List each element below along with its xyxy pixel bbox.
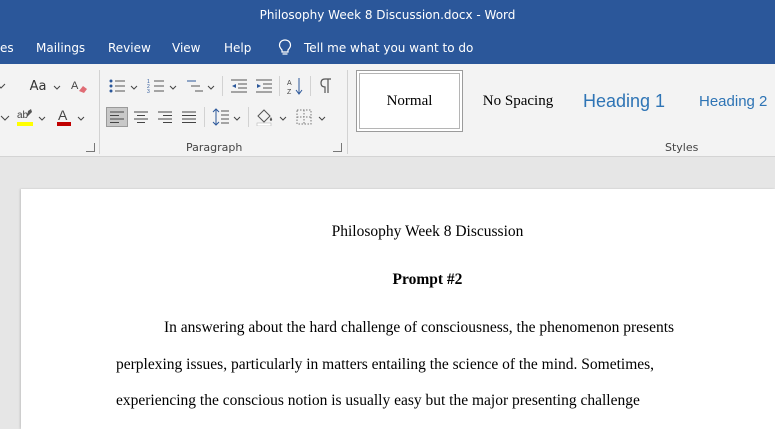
- title-bar: Philosophy Week 8 Discussion.docx - Word: [0, 0, 775, 33]
- bullets-button[interactable]: [106, 76, 128, 96]
- style-heading-2-label: Heading 2: [699, 92, 768, 110]
- lightbulb-icon: [278, 39, 292, 55]
- decrease-indent-button[interactable]: [228, 76, 250, 96]
- tab-references[interactable]: es: [0, 41, 14, 55]
- ribbon: Aa A ab A 1 2 3 A Z Paragraph Normal No …: [0, 64, 775, 157]
- chevron-down-icon[interactable]: [169, 85, 177, 91]
- clear-formatting-button[interactable]: A: [68, 76, 90, 96]
- multilevel-list-button[interactable]: [184, 76, 206, 96]
- increase-indent-icon: [256, 79, 272, 93]
- ribbon-separator: [347, 70, 348, 154]
- multilevel-list-icon: [187, 80, 203, 92]
- chevron-down-icon: [0, 83, 6, 89]
- tab-review[interactable]: Review: [108, 41, 151, 55]
- numbering-button[interactable]: 1 2 3: [145, 76, 167, 96]
- shading-button[interactable]: [254, 107, 276, 127]
- line-spacing-button[interactable]: [210, 107, 232, 127]
- paragraph-dialog-launcher[interactable]: [333, 143, 342, 152]
- chevron-down-icon[interactable]: [233, 116, 241, 122]
- change-case-label: Aa: [29, 78, 47, 94]
- menu-bar: es Mailings Review View Help Tell me wha…: [0, 33, 775, 64]
- ribbon-separator: [310, 76, 311, 96]
- numbered-list-icon: 1 2 3: [147, 79, 164, 94]
- font-dialog-launcher[interactable]: [86, 143, 95, 152]
- document-page[interactable]: Philosophy Week 8 Discussion Prompt #2 I…: [21, 189, 775, 429]
- tab-view[interactable]: View: [172, 41, 200, 55]
- chevron-down-icon[interactable]: [77, 116, 85, 122]
- style-normal-label: Normal: [386, 92, 433, 109]
- style-heading-1-label: Heading 1: [582, 90, 666, 111]
- show-formatting-button[interactable]: [315, 76, 337, 96]
- styles-gallery: Normal No Spacing Heading 1 Heading 2: [356, 70, 775, 134]
- chevron-down-icon[interactable]: [279, 116, 287, 122]
- center-align-button[interactable]: [130, 107, 152, 127]
- align-right-icon: [158, 111, 172, 123]
- svg-text:A: A: [58, 107, 68, 123]
- ribbon-separator: [204, 107, 205, 127]
- style-no-spacing[interactable]: No Spacing: [466, 70, 570, 132]
- eraser-icon: A: [71, 80, 87, 93]
- ribbon-separator: [222, 76, 223, 96]
- chevron-down-icon[interactable]: [38, 116, 46, 122]
- paragraph-line: perplexing issues, particularly in matte…: [116, 356, 655, 373]
- justify-button[interactable]: [178, 107, 200, 127]
- tell-me-search[interactable]: Tell me what you want to do: [304, 41, 473, 55]
- svg-text:3: 3: [147, 89, 150, 94]
- chevron-down-icon[interactable]: [53, 85, 61, 91]
- increase-indent-button[interactable]: [253, 76, 275, 96]
- align-right-button[interactable]: [154, 107, 176, 127]
- sort-icon: A Z: [287, 78, 303, 95]
- styles-group-label: Styles: [665, 141, 699, 154]
- ribbon-separator: [279, 76, 280, 96]
- font-size-dropdown[interactable]: [0, 76, 12, 96]
- style-no-spacing-label: No Spacing: [482, 92, 554, 109]
- highlight-color-button[interactable]: ab: [14, 107, 36, 127]
- tab-mailings[interactable]: Mailings: [36, 41, 85, 55]
- paint-bucket-icon: [256, 109, 273, 126]
- borders-icon: [296, 109, 312, 125]
- pilcrow-icon: [320, 78, 331, 93]
- chevron-down-icon: [0, 115, 10, 121]
- ribbon-separator: [248, 107, 249, 127]
- chevron-down-icon[interactable]: [130, 85, 138, 91]
- justify-icon: [182, 111, 196, 123]
- line-spacing-icon: [212, 108, 229, 126]
- style-heading-2[interactable]: Heading 2: [686, 70, 775, 132]
- font-color-icon: A: [57, 107, 71, 126]
- style-normal[interactable]: Normal: [356, 70, 463, 132]
- align-center-icon: [134, 111, 148, 123]
- font-color-button[interactable]: A: [53, 107, 75, 127]
- tab-help[interactable]: Help: [224, 41, 251, 55]
- paragraph-line: experiencing the conscious notion is usu…: [116, 392, 640, 409]
- borders-button[interactable]: [293, 107, 315, 127]
- document-prompt-heading: Prompt #2: [392, 271, 463, 288]
- document-title: Philosophy Week 8 Discussion: [331, 223, 524, 240]
- svg-text:Z: Z: [287, 89, 292, 95]
- sort-button[interactable]: A Z: [285, 76, 307, 96]
- style-heading-1[interactable]: Heading 1: [574, 70, 674, 132]
- change-case-button[interactable]: Aa: [24, 76, 52, 96]
- svg-text:A: A: [71, 80, 79, 92]
- window-title: Philosophy Week 8 Discussion.docx - Word: [259, 8, 516, 22]
- highlighter-icon: ab: [17, 109, 33, 126]
- svg-text:ab: ab: [17, 110, 29, 121]
- chevron-down-icon[interactable]: [318, 116, 326, 122]
- chevron-down-icon[interactable]: [207, 85, 215, 91]
- paragraph-line: In answering about the hard challenge of…: [164, 319, 675, 336]
- align-left-button[interactable]: [106, 107, 128, 127]
- ribbon-separator: [99, 70, 100, 154]
- paragraph-group-label: Paragraph: [186, 141, 243, 154]
- bullet-list-icon: [109, 79, 125, 93]
- align-left-icon: [110, 111, 124, 123]
- svg-text:A: A: [287, 80, 292, 87]
- document-area[interactable]: Philosophy Week 8 Discussion Prompt #2 I…: [0, 157, 775, 429]
- decrease-indent-icon: [231, 79, 247, 93]
